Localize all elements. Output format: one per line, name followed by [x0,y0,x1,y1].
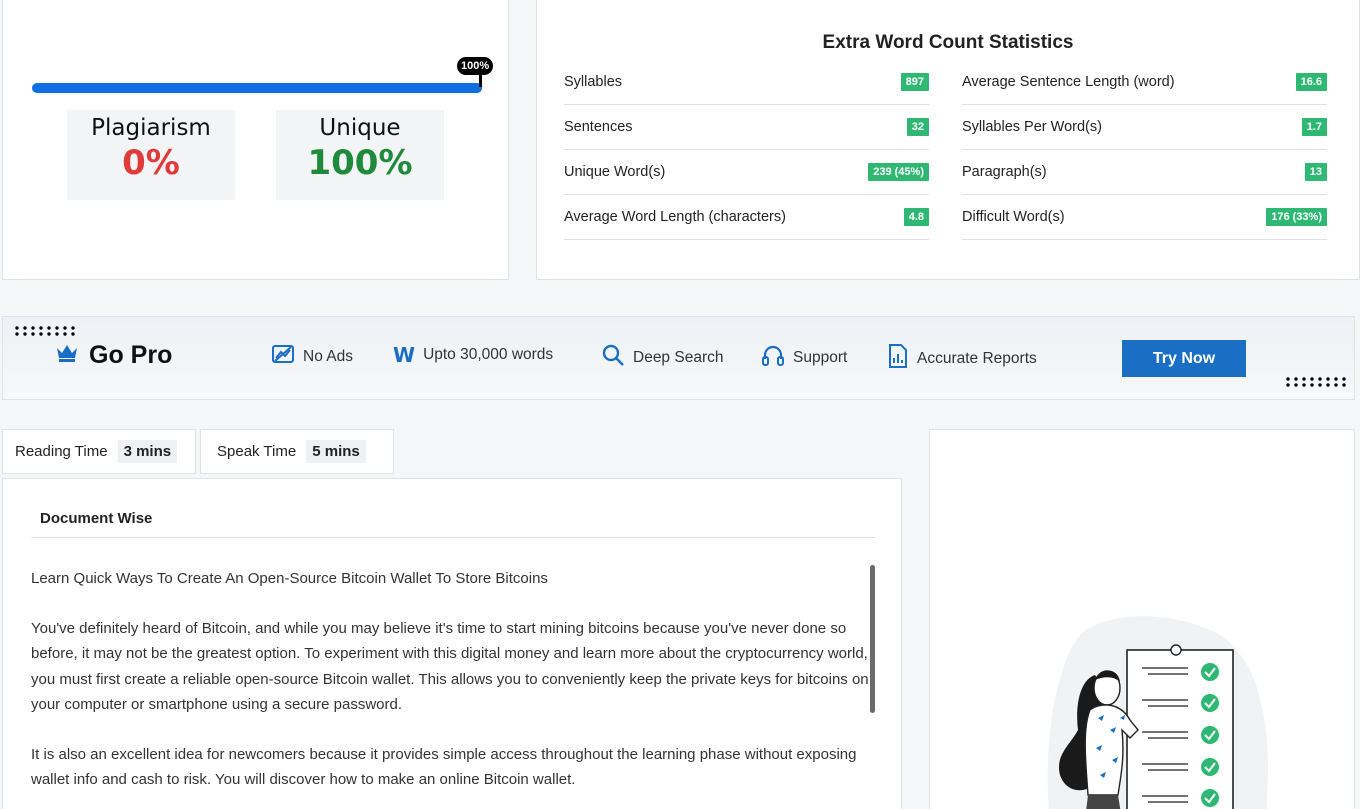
stat-value-badge: 32 [906,118,929,136]
feature-support: Support [761,343,847,372]
stat-label: Sentences [564,119,633,135]
document-card: Document Wise Learn Quick Ways To Create… [2,478,902,809]
stat-row-sentences: Sentences 32 [564,105,929,150]
progress-badge: 100% [457,57,494,75]
plagiarism-label: Plagiarism [91,115,211,141]
go-pro-label: Go Pro [89,341,173,369]
try-now-button[interactable]: Try Now [1122,340,1246,377]
stat-row-paragraphs: Paragraph(s) 13 [962,150,1327,195]
document-paragraph: You've definitely heard of Bitcoin, and … [31,619,869,714]
progress-fill [32,83,482,93]
stat-row-syllables: Syllables 897 [564,60,929,105]
result-card: 100% Plagiarism 0% Unique 100% [2,0,509,280]
stats-right-column: Average Sentence Length (word) 16.6 Syll… [962,60,1327,240]
stats-title: Extra Word Count Statistics [822,32,1074,53]
feature-label: Deep Search [633,348,724,366]
decorative-dots [1284,376,1346,388]
speak-time-tab: Speak Time 5 mins [200,429,394,474]
checklist-illustration [1047,616,1268,809]
feature-label: Support [793,348,848,366]
stat-value-badge: 4.8 [903,208,929,226]
plagiarism-score-box: Plagiarism 0% [67,110,235,200]
feature-accurate-reports: Accurate Reports [887,343,1037,374]
headphones-icon [761,343,785,372]
stat-row-syllables-per-word: Syllables Per Word(s) 1.7 [962,105,1327,150]
reading-time-tab: Reading Time 3 mins [2,429,196,474]
scrollbar[interactable] [870,565,875,713]
crown-icon [55,341,79,370]
stat-value-badge: 176 (33%) [1266,208,1327,226]
illustration-card [929,429,1355,809]
stat-label: Unique Word(s) [564,164,666,180]
speak-time-value: 5 mins [306,440,366,463]
stat-value-badge: 13 [1304,163,1327,181]
stat-value-badge: 897 [900,73,929,91]
feature-label: Accurate Reports [917,349,1037,367]
feature-deep-search: Deep Search [601,343,723,372]
reading-time-label: Reading Time [15,443,108,460]
reading-time-value: 3 mins [117,440,178,463]
stat-label: Syllables [564,74,623,90]
no-ads-icon [271,343,295,370]
stat-row-average-word-length: Average Word Length (characters) 4.8 [564,195,929,240]
document-text[interactable]: Learn Quick Ways To Create An Open-Sourc… [31,566,869,809]
speak-time-label: Speak Time [217,443,297,460]
stat-value-badge: 239 (45%) [868,163,929,181]
stat-label: Average Word Length (characters) [564,209,786,225]
document-paragraph: Learn Quick Ways To Create An Open-Sourc… [31,570,548,587]
progress-marker [479,73,482,87]
divider [31,537,875,538]
stat-row-average-sentence-length: Average Sentence Length (word) 16.6 [962,60,1327,105]
stat-value-badge: 16.6 [1295,73,1327,91]
stat-row-unique-words: Unique Word(s) 239 (45%) [564,150,929,195]
word-count-statistics-card: Extra Word Count Statistics Syllables 89… [536,0,1360,280]
feature-no-ads: No Ads [271,343,353,370]
unique-score-box: Unique 100% [276,110,444,200]
go-pro-title: Go Pro [55,341,172,370]
report-icon [887,343,909,374]
search-icon [601,343,625,372]
word-w-icon: W [393,343,416,367]
stat-label: Average Sentence Length (word) [962,74,1175,90]
document-paragraph: It is also an excellent idea for newcome… [31,746,857,789]
stat-row-difficult-words: Difficult Word(s) 176 (33%) [962,195,1327,240]
go-pro-banner: Go Pro No Ads W Upto 30,000 words Deep S… [2,316,1355,400]
uniqueness-progress-bar [32,73,482,93]
unique-value: 100% [307,143,413,183]
feature-word-limit: W Upto 30,000 words [393,343,553,367]
stat-label: Difficult Word(s) [962,209,1065,225]
stat-label: Syllables Per Word(s) [962,119,1102,135]
decorative-dots [13,325,75,337]
stats-left-column: Syllables 897 Sentences 32 Unique Word(s… [564,60,929,240]
feature-label: Upto 30,000 words [423,346,554,363]
stat-value-badge: 1.7 [1301,118,1327,136]
unique-label: Unique [319,115,401,141]
stat-label: Paragraph(s) [962,164,1047,180]
document-wise-heading: Document Wise [40,510,153,527]
feature-label: No Ads [303,347,353,365]
plagiarism-value: 0% [122,143,180,183]
